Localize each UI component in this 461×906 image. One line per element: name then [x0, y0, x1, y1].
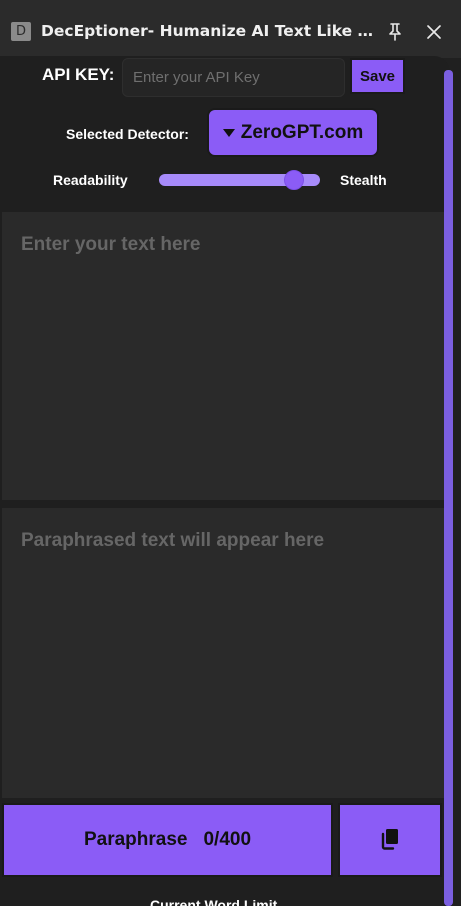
window-titlebar: D DecEptioner- Humanize AI Text Like A P… — [0, 0, 461, 58]
input-text-area[interactable] — [2, 212, 444, 500]
copy-button[interactable] — [338, 803, 442, 877]
divider — [2, 500, 444, 508]
output-text-area[interactable] — [2, 508, 444, 798]
stealth-label: Stealth — [340, 172, 387, 188]
scrollbar[interactable] — [444, 70, 453, 906]
api-key-label: API KEY: — [42, 65, 115, 84]
app-icon: D — [11, 22, 31, 41]
api-key-input[interactable] — [122, 58, 345, 97]
readability-label: Readability — [53, 172, 128, 188]
detector-selected-value: ZeroGPT.com — [240, 121, 364, 143]
detector-dropdown[interactable]: ZeroGPT.com — [207, 108, 379, 157]
word-count: 0/400 — [203, 829, 252, 850]
paraphrase-button[interactable]: Paraphrase 0/400 — [2, 803, 333, 877]
word-limit-label: Current Word Limit — [150, 897, 278, 906]
close-icon[interactable] — [424, 21, 444, 43]
pin-icon[interactable] — [385, 21, 405, 43]
caret-down-icon — [222, 128, 235, 137]
copy-icon — [379, 827, 401, 854]
paraphrase-label: Paraphrase — [83, 829, 188, 850]
save-button[interactable]: Save — [350, 58, 405, 94]
window-title: DecEptioner- Humanize AI Text Like A P..… — [41, 22, 381, 40]
detector-label: Selected Detector: — [66, 126, 189, 142]
